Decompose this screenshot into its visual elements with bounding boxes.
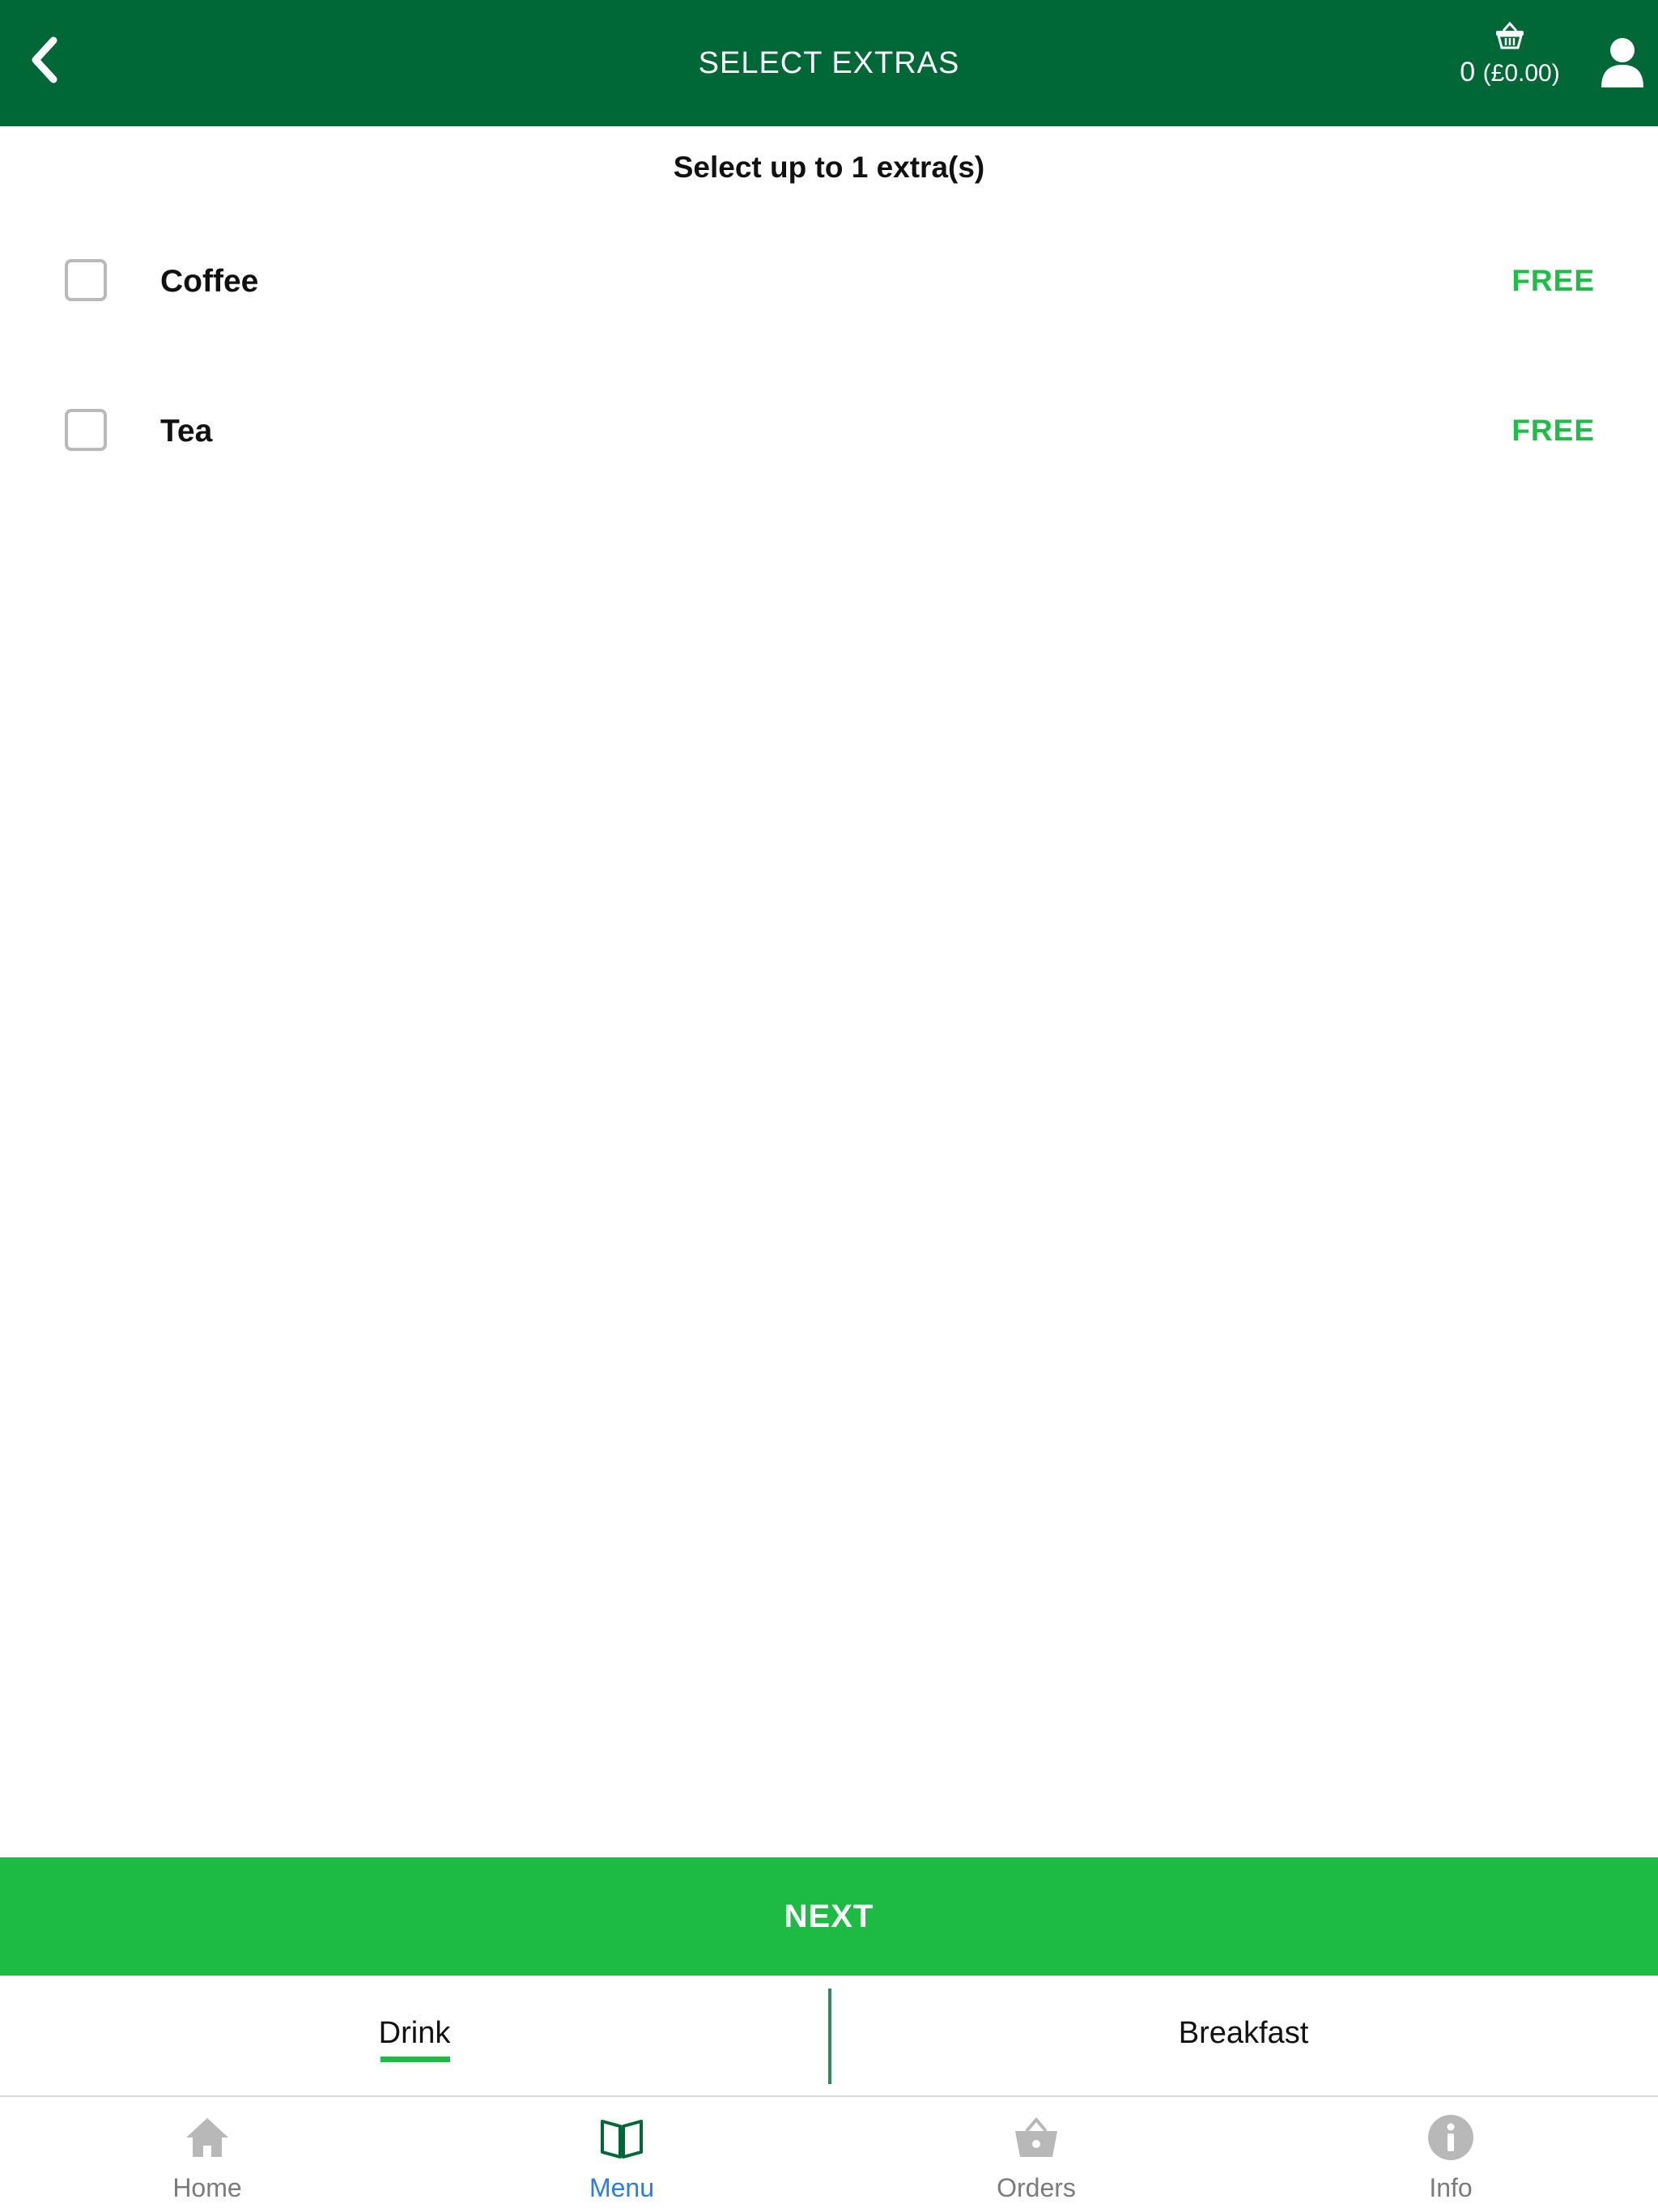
nav-item-info[interactable]: Info: [1244, 2099, 1658, 2212]
chevron-left-icon: [32, 36, 57, 83]
nav-item-orders[interactable]: Orders: [829, 2099, 1244, 2212]
nav-item-home[interactable]: Home: [0, 2099, 414, 2212]
home-icon: [183, 2113, 232, 2162]
nav-item-menu[interactable]: Menu: [414, 2099, 829, 2212]
basket-button[interactable]: 0 (£0.00): [1441, 21, 1579, 102]
active-tab-indicator: [380, 2057, 450, 2062]
category-tab-label: Drink: [378, 2016, 451, 2050]
nav-label: Info: [1429, 2173, 1473, 2202]
selection-instructions: Select up to 1 extra(s): [673, 151, 985, 184]
nav-label: Menu: [589, 2173, 655, 2202]
option-row-tea[interactable]: Tea FREE: [0, 385, 1658, 482]
back-button[interactable]: [18, 28, 70, 92]
category-tab-label: Breakfast: [1178, 2016, 1309, 2050]
basket-count: 0: [1460, 57, 1476, 87]
user-icon: [1601, 38, 1643, 87]
basket-icon: [1012, 2113, 1061, 2162]
category-tab-drink[interactable]: Drink: [0, 1976, 829, 2097]
option-checkbox[interactable]: [65, 259, 107, 301]
category-tab-breakfast[interactable]: Breakfast: [829, 1976, 1658, 2097]
info-icon: [1426, 2113, 1475, 2162]
option-price: FREE: [1511, 414, 1595, 447]
option-price: FREE: [1511, 264, 1595, 297]
option-name: Tea: [160, 414, 213, 449]
category-tabs: Drink Breakfast: [0, 1976, 1658, 2097]
basket-icon: [1496, 21, 1524, 49]
page-title: SELECT EXTRAS: [698, 46, 960, 80]
book-icon: [597, 2113, 646, 2162]
option-checkbox[interactable]: [65, 409, 107, 451]
basket-summary: 0 (£0.00): [1460, 57, 1559, 88]
next-button[interactable]: NEXT: [0, 1857, 1658, 1976]
option-name: Coffee: [160, 264, 259, 299]
app-root: SELECT EXTRAS 0 (£0.00) Select up to 1 e…: [0, 0, 1658, 2212]
header-bar: SELECT EXTRAS 0 (£0.00): [0, 0, 1658, 126]
nav-label: Home: [172, 2173, 242, 2202]
nav-label: Orders: [997, 2173, 1076, 2202]
option-row-coffee[interactable]: Coffee FREE: [0, 235, 1658, 332]
bottom-nav: Home Menu Orders Info: [0, 2099, 1658, 2212]
account-button[interactable]: [1600, 36, 1645, 89]
basket-total: (£0.00): [1482, 60, 1560, 87]
